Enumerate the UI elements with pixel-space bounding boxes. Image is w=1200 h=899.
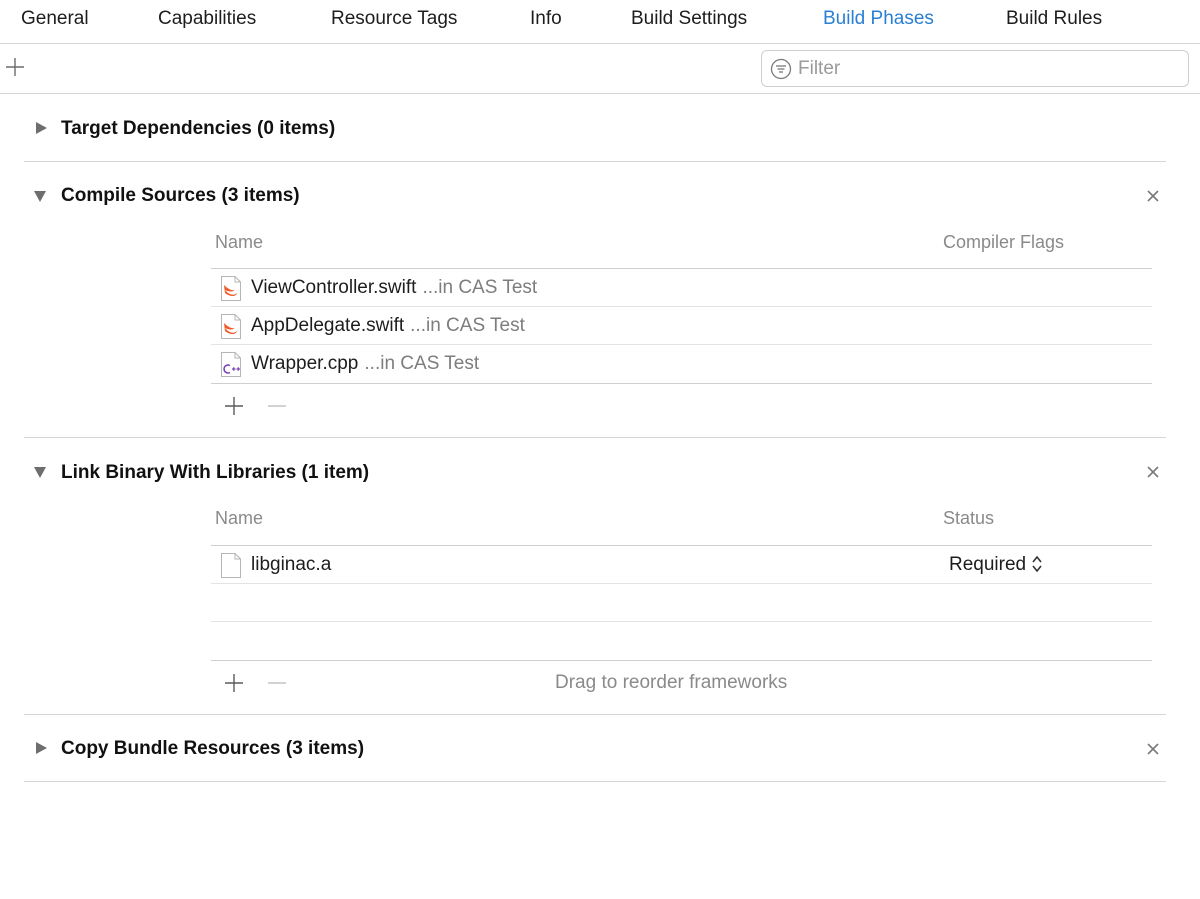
table-row[interactable]: Wrapper.cpp ...in CAS Test bbox=[211, 345, 1152, 383]
add-library-icon[interactable] bbox=[223, 672, 245, 694]
tab-info[interactable]: Info bbox=[530, 8, 562, 30]
table-row[interactable]: libginac.a Required bbox=[211, 546, 1152, 584]
file-name: AppDelegate.swift ...in CAS Test bbox=[251, 315, 525, 336]
column-header-status[interactable]: Status bbox=[943, 508, 994, 529]
tab-capabilities[interactable]: Capabilities bbox=[158, 8, 256, 30]
blank-file-icon bbox=[221, 553, 241, 578]
filter-input[interactable] bbox=[798, 55, 1178, 82]
table-row[interactable]: AppDelegate.swift ...in CAS Test bbox=[211, 307, 1152, 345]
library-name: libginac.a bbox=[251, 554, 332, 575]
toolbar bbox=[0, 44, 1200, 94]
status-popup[interactable]: Required bbox=[949, 554, 1043, 576]
expanded-disclosure-icon[interactable] bbox=[32, 464, 48, 480]
phase-divider bbox=[24, 714, 1166, 715]
reorder-hint: Drag to reorder frameworks bbox=[555, 672, 788, 693]
phase-title-copy-bundle-resources[interactable]: Copy Bundle Resources (3 items) bbox=[61, 738, 364, 760]
expanded-disclosure-icon[interactable] bbox=[32, 188, 48, 204]
file-name: ViewController.swift ...in CAS Test bbox=[251, 277, 538, 298]
table-footer-divider bbox=[211, 660, 1152, 661]
table-row[interactable]: ViewController.swift ...in CAS Test bbox=[211, 269, 1152, 307]
remove-library-icon[interactable] bbox=[266, 672, 288, 694]
phase-title-target-dependencies[interactable]: Target Dependencies (0 items) bbox=[61, 118, 335, 140]
close-icon[interactable] bbox=[1145, 741, 1161, 757]
tab-general[interactable]: General bbox=[21, 8, 89, 30]
column-header-compiler-flags[interactable]: Compiler Flags bbox=[943, 232, 1064, 253]
phase-divider bbox=[24, 161, 1166, 162]
collapsed-disclosure-icon[interactable] bbox=[33, 740, 49, 756]
close-icon[interactable] bbox=[1145, 464, 1161, 480]
row-divider bbox=[211, 583, 1152, 584]
tab-build-rules[interactable]: Build Rules bbox=[1006, 8, 1102, 30]
tab-resource-tags[interactable]: Resource Tags bbox=[331, 8, 457, 30]
stepper-chevron-icon bbox=[1032, 555, 1042, 573]
cpp-file-icon bbox=[221, 352, 241, 377]
tab-build-settings[interactable]: Build Settings bbox=[631, 8, 747, 30]
swift-file-icon bbox=[221, 314, 241, 339]
column-header-name[interactable]: Name bbox=[215, 232, 263, 253]
filter-icon bbox=[770, 58, 792, 80]
collapsed-disclosure-icon[interactable] bbox=[33, 120, 49, 136]
filter-field[interactable] bbox=[761, 50, 1189, 87]
phase-title-link-binary[interactable]: Link Binary With Libraries (1 item) bbox=[61, 462, 369, 484]
tab-build-phases[interactable]: Build Phases bbox=[823, 8, 934, 30]
phase-title-compile-sources[interactable]: Compile Sources (3 items) bbox=[61, 185, 300, 207]
remove-file-icon[interactable] bbox=[266, 395, 288, 417]
table-footer-divider bbox=[211, 383, 1152, 384]
phase-divider bbox=[24, 781, 1166, 782]
file-name: Wrapper.cpp ...in CAS Test bbox=[251, 353, 480, 374]
add-phase-icon[interactable] bbox=[4, 56, 26, 78]
add-file-icon[interactable] bbox=[223, 395, 245, 417]
tab-bar: General Capabilities Resource Tags Info … bbox=[0, 0, 1200, 44]
swift-file-icon bbox=[221, 276, 241, 301]
row-divider bbox=[211, 621, 1152, 622]
phase-divider bbox=[24, 437, 1166, 438]
close-icon[interactable] bbox=[1145, 188, 1161, 204]
column-header-name[interactable]: Name bbox=[215, 508, 263, 529]
